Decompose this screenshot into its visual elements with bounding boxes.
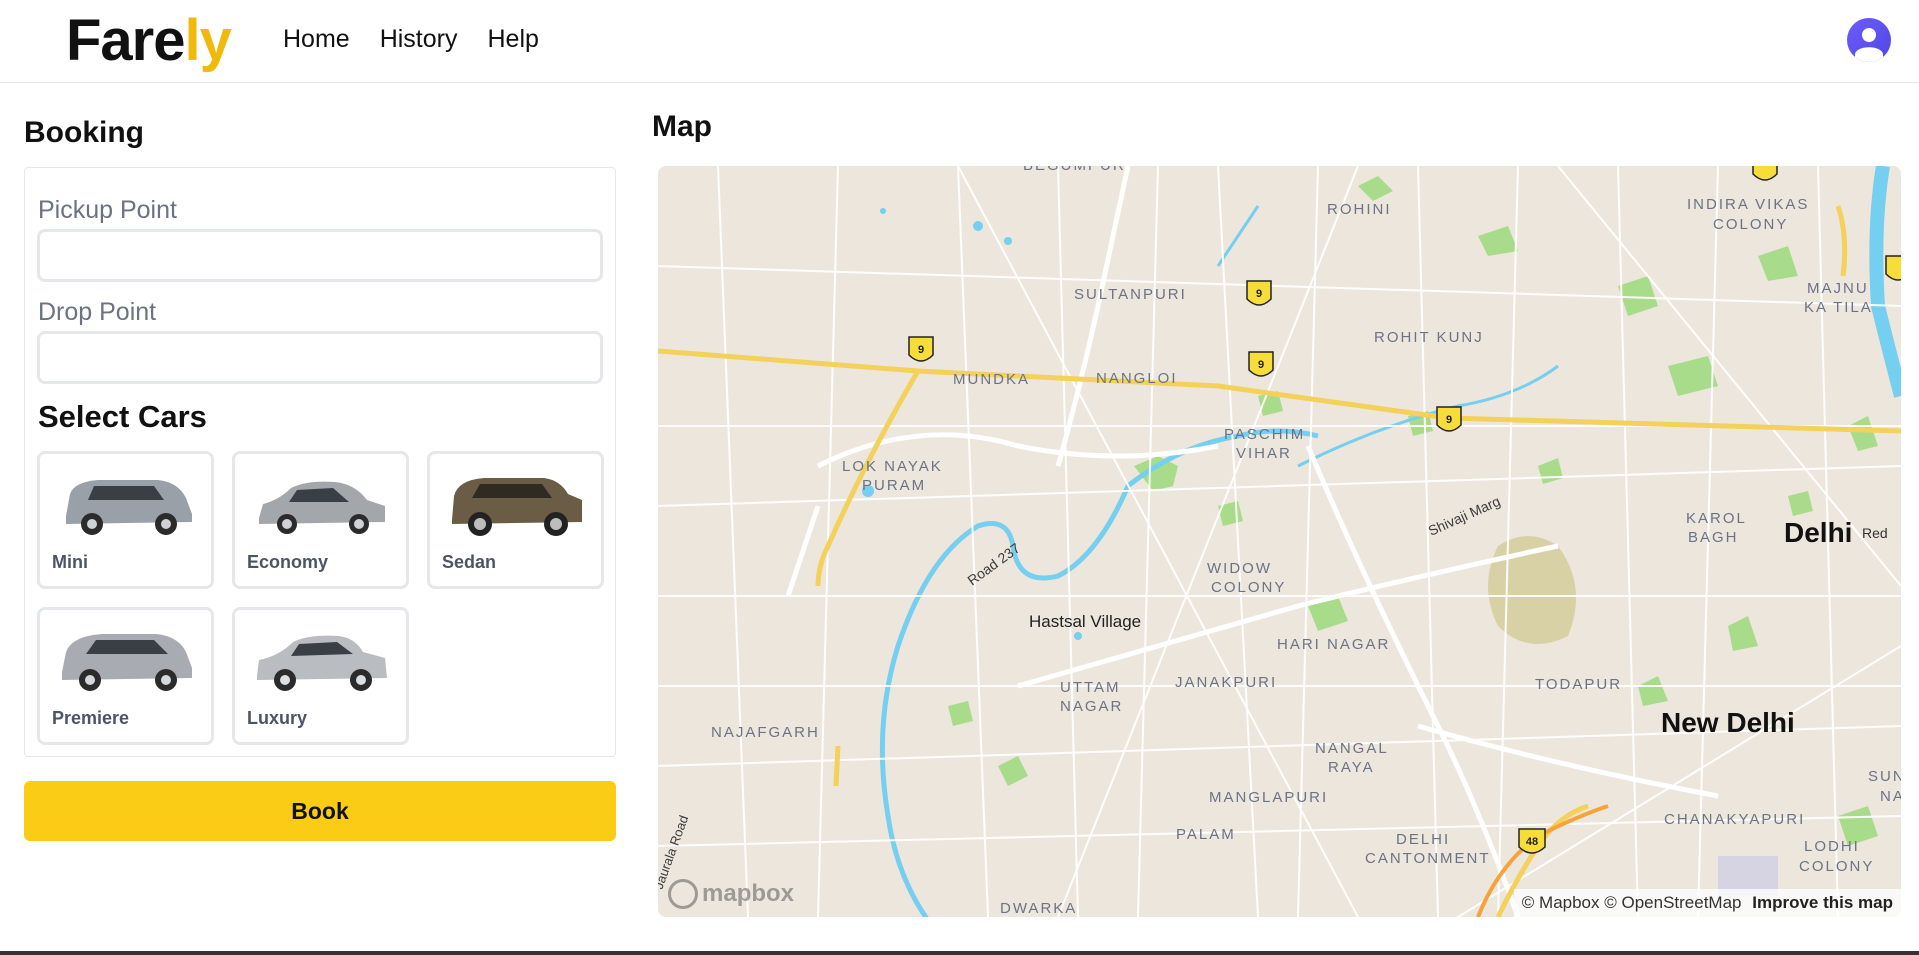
map-label: KAROL [1686, 510, 1747, 527]
top-navbar: Farely Home History Help [0, 0, 1919, 83]
car-option-economy[interactable]: Economy [232, 451, 409, 589]
map-label: Hastsal Village [1029, 612, 1141, 631]
book-button[interactable]: Book [24, 781, 616, 841]
pickup-input[interactable] [37, 229, 603, 282]
map-label: NAGAR [1060, 698, 1123, 715]
map-label: WIDOW [1207, 560, 1272, 577]
drop-label: Drop Point [38, 298, 157, 326]
logo-text-part1: Fare [66, 8, 186, 73]
map-label: NA [1880, 788, 1901, 805]
map-label: TODAPUR [1535, 676, 1622, 693]
shield-label: 9 [1446, 414, 1452, 426]
map-label: HARI NAGAR [1277, 636, 1390, 653]
car-label-luxury: Luxury [247, 708, 308, 728]
car-option-sedan[interactable]: Sedan [427, 451, 604, 589]
map-label: NANGLOI [1096, 370, 1178, 387]
map-label: NAJAFGARH [711, 724, 820, 741]
booking-form-card: Pickup Point Drop Point Select Cars Mini… [24, 167, 616, 757]
map-label: NANGAL [1315, 740, 1389, 757]
hatchback-icon [259, 481, 385, 534]
mapbox-logo-text: mapbox [702, 880, 795, 907]
map-label: COLONY [1211, 579, 1286, 596]
window-bottom-edge [0, 951, 1919, 955]
main-nav: Home History Help [283, 22, 539, 56]
logo-text-part2: ly [184, 8, 232, 73]
map-label: CANTONMENT [1365, 850, 1491, 867]
map-label: LODHI [1804, 838, 1860, 855]
booking-title: Booking [24, 116, 144, 149]
car-label-economy: Economy [247, 552, 329, 572]
mapbox-logo[interactable]: mapbox [668, 879, 794, 909]
improve-map-link[interactable]: Improve this map [1752, 893, 1893, 912]
car-option-luxury[interactable]: Luxury [232, 607, 409, 745]
nav-help-link[interactable]: Help [487, 22, 538, 56]
user-avatar[interactable] [1847, 18, 1891, 62]
map-view[interactable]: 9 9 9 9 48 BEGUMPUR ROHINI INDIRA VIKAS … [658, 166, 1901, 917]
shield-label: 9 [1258, 359, 1264, 371]
map-label: PASCHIM [1224, 426, 1305, 443]
map-label: COLONY [1799, 858, 1874, 875]
map-label: BEGUMPUR [1023, 166, 1126, 174]
suv-icon [452, 478, 582, 536]
map-label: COLONY [1713, 216, 1788, 233]
minivan-icon [66, 480, 192, 535]
map-label: RAYA [1328, 759, 1375, 776]
car-label-mini: Mini [52, 552, 88, 572]
crossover-icon [62, 634, 192, 691]
nav-home-link[interactable]: Home [283, 22, 350, 56]
farely-logo[interactable]: Farely [66, 8, 232, 74]
city-label: New Delhi [1661, 707, 1795, 738]
map-canvas: 9 9 9 9 48 BEGUMPUR ROHINI INDIRA VIKAS … [658, 166, 1901, 917]
map-label: BAGH [1688, 529, 1739, 546]
car-label-premiere: Premiere [52, 708, 130, 728]
map-label: LOK NAYAK [842, 458, 943, 475]
map-label: SUN [1868, 768, 1901, 785]
map-label: SULTANPURI [1074, 286, 1187, 303]
map-label: CHANAKYAPURI [1664, 811, 1805, 828]
map-label: JANAKPURI [1175, 674, 1277, 691]
select-cars-title: Select Cars [38, 399, 207, 434]
attribution-text[interactable]: © Mapbox © OpenStreetMap [1522, 893, 1742, 912]
car-option-premiere[interactable]: Premiere [37, 607, 214, 745]
map-label: MUNDKA [953, 371, 1030, 388]
map-label: KA TILA [1804, 299, 1873, 316]
map-attribution: © Mapbox © OpenStreetMap Improve this ma… [1513, 889, 1901, 917]
shield-label: 9 [1256, 288, 1262, 300]
map-label: INDIRA VIKAS [1687, 196, 1809, 213]
map-label: PURAM [862, 477, 926, 494]
shield-label: 48 [1526, 836, 1538, 848]
mapbox-mark-icon [668, 879, 698, 909]
pickup-label: Pickup Point [38, 196, 177, 224]
map-label: ROHINI [1327, 201, 1392, 218]
map-title: Map [652, 110, 712, 143]
map-label: MANGLAPURI [1209, 789, 1328, 806]
map-label: VIHAR [1236, 445, 1292, 462]
city-label: Delhi [1784, 517, 1852, 548]
map-label: MAJNU [1807, 280, 1869, 297]
map-label: PALAM [1176, 826, 1236, 843]
drop-input[interactable] [37, 331, 603, 384]
nav-history-link[interactable]: History [380, 22, 458, 56]
map-label: DELHI [1396, 831, 1450, 848]
map-label: ROHIT KUNJ [1374, 329, 1484, 346]
car-label-sedan: Sedan [442, 552, 497, 572]
user-icon [1855, 28, 1883, 62]
map-label: UTTAM [1060, 679, 1121, 696]
shield-label: 9 [918, 344, 924, 356]
car-option-mini[interactable]: Mini [37, 451, 214, 589]
map-label: DWARKA [1000, 900, 1077, 917]
map-label: Red [1862, 525, 1888, 541]
luxury-sedan-icon [257, 635, 387, 691]
